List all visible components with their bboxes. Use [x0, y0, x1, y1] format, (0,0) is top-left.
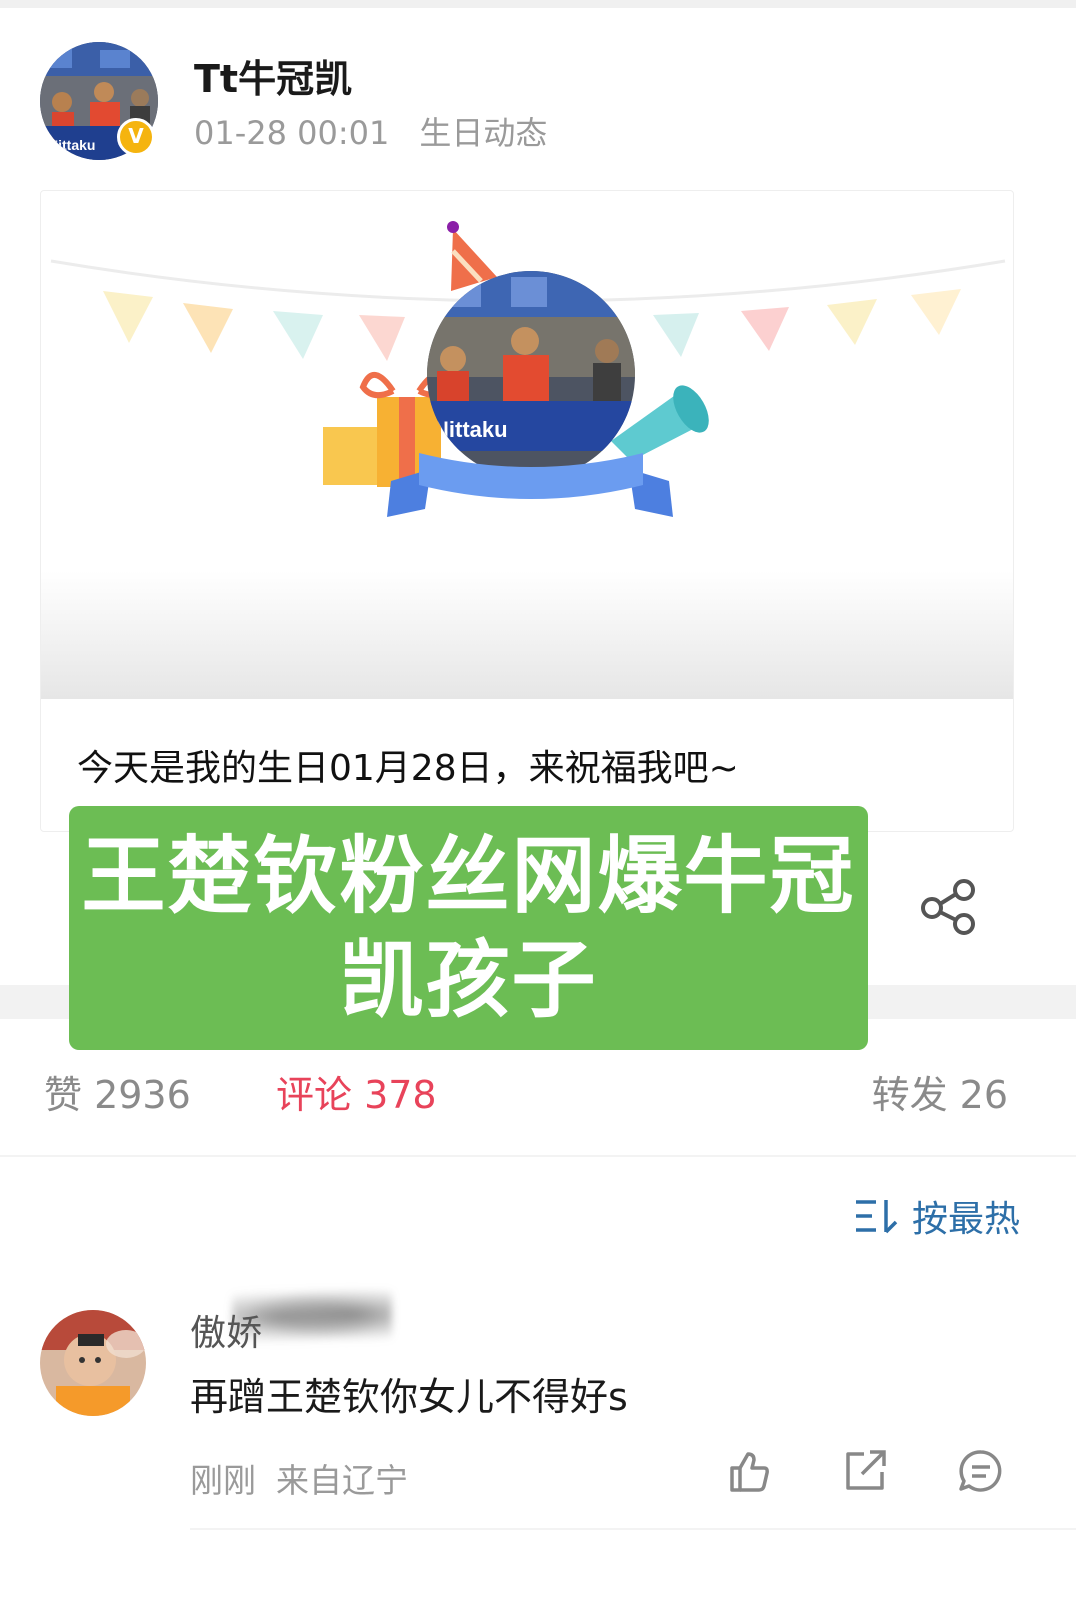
- sort-button[interactable]: 按最热: [854, 1190, 1020, 1242]
- overlay-headline: 王楚钦粉丝网爆牛冠凯孩子: [69, 806, 868, 1050]
- comment-location: 来自辽宁: [276, 1461, 408, 1500]
- tab-likes[interactable]: 赞 2936: [44, 1064, 191, 1119]
- comment-text: 再蹭王楚钦你女儿不得好s: [190, 1375, 628, 1419]
- post-tag[interactable]: 生日动态: [419, 114, 547, 152]
- author-name[interactable]: Tt牛冠凯: [194, 48, 352, 103]
- like-icon[interactable]: [726, 1448, 772, 1494]
- comment-divider: [190, 1528, 1076, 1530]
- post-time: 01-28 00:01: [194, 114, 390, 152]
- comment-time: 刚刚: [190, 1461, 256, 1500]
- comment-icon[interactable]: [958, 1448, 1004, 1494]
- top-strip: [0, 0, 1076, 8]
- svg-text:Nittaku: Nittaku: [433, 417, 508, 442]
- tab-comments[interactable]: 评论 378: [276, 1064, 437, 1119]
- name-blur-mask: [232, 1290, 392, 1344]
- birthday-card[interactable]: Nittaku 今天是我的生日01月28日，来祝福我吧~: [40, 190, 1014, 832]
- birthday-illustration: Nittaku: [50, 221, 1006, 517]
- commenter-avatar[interactable]: [40, 1310, 146, 1416]
- sort-label: 按最热: [911, 1199, 1020, 1240]
- stats-divider: [0, 1155, 1076, 1157]
- share-icon[interactable]: [918, 876, 980, 938]
- card-caption: 今天是我的生日01月28日，来祝福我吧~: [77, 748, 739, 789]
- repost-icon[interactable]: [842, 1448, 888, 1494]
- comment-meta: 刚刚 来自辽宁: [190, 1454, 408, 1502]
- tab-reposts[interactable]: 转发 26: [872, 1064, 1008, 1119]
- svg-text:Nittaku: Nittaku: [48, 137, 95, 153]
- verified-badge-icon: V: [117, 118, 155, 156]
- sort-icon: [855, 1200, 898, 1234]
- post-meta: 01-28 00:01 生日动态: [194, 108, 547, 154]
